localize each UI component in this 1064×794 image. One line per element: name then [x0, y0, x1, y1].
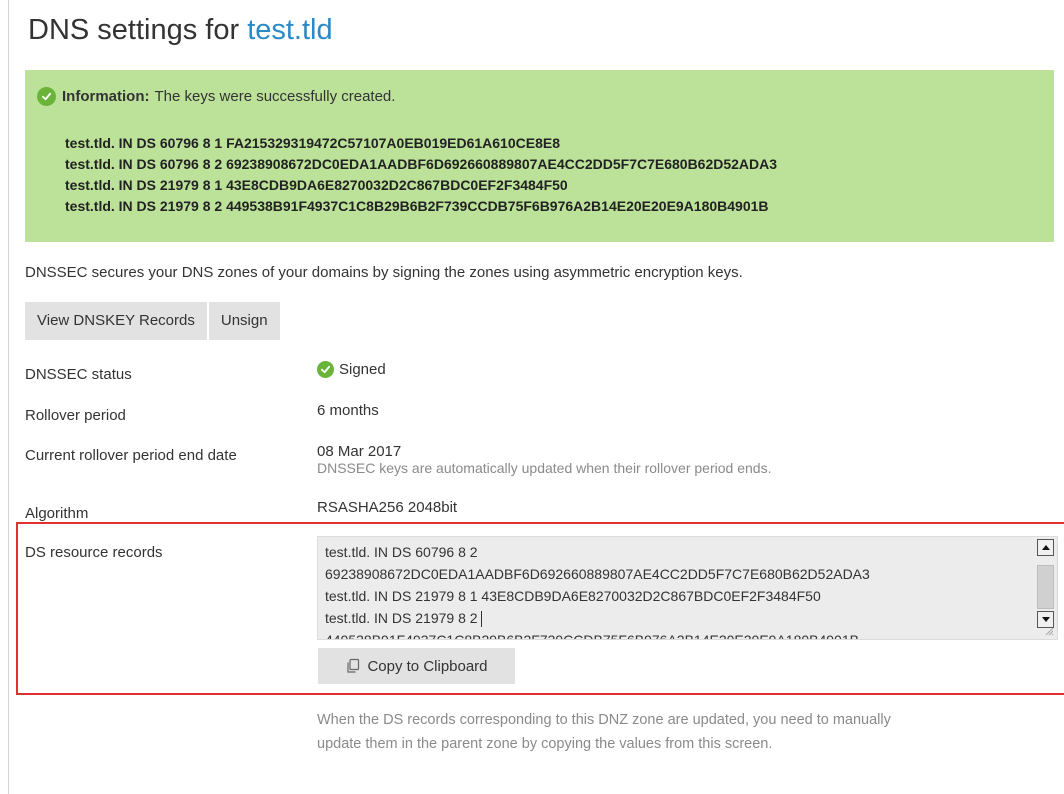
ds-records-label: DS resource records — [25, 544, 163, 561]
check-circle-icon — [317, 361, 334, 378]
info-ds-line: test.tld. IN DS 60796 8 1 FA215329319472… — [65, 135, 560, 151]
rollover-period-value: 6 months — [317, 402, 379, 419]
unsign-button[interactable]: Unsign — [208, 302, 280, 340]
check-circle-icon — [37, 87, 56, 106]
info-text: The keys were successfully created. — [154, 88, 396, 105]
note-line: When the DS records corresponding to thi… — [317, 712, 891, 728]
rollover-end-date-value: 08 Mar 2017 DNSSEC keys are automaticall… — [317, 443, 771, 476]
info-ds-line: test.tld. IN DS 60796 8 2 69238908672DC0… — [65, 156, 778, 172]
ds-records-text: test.tld. IN DS 60796 8 2 69238908672DC0… — [325, 541, 870, 640]
info-header: Information: The keys were successfully … — [37, 87, 395, 106]
scroll-up-arrow-icon[interactable] — [1037, 539, 1054, 556]
info-label: Information: — [62, 88, 150, 105]
copy-button-label: Copy to Clipboard — [367, 657, 488, 675]
ds-record-line: test.tld. IN DS 60796 8 2 — [325, 544, 478, 560]
end-date-hint: DNSSEC keys are automatically updated wh… — [317, 460, 772, 476]
ds-record-line: 449538B91F4937C1C8B29B6B2F739CCDB75F6B97… — [325, 632, 859, 640]
note-line: update them in the parent zone by copyin… — [317, 736, 773, 752]
info-message: Information: The keys were successfully … — [25, 70, 1054, 242]
dnssec-status-label: DNSSEC status — [25, 366, 132, 383]
rollover-end-date-label: Current rollover period end date — [25, 447, 237, 464]
copy-to-clipboard-button[interactable]: Copy to Clipboard — [318, 648, 515, 684]
resize-grip-icon[interactable] — [1045, 627, 1054, 636]
algorithm-label: Algorithm — [25, 505, 89, 522]
dnssec-status-value: Signed — [317, 361, 386, 378]
status-text: Signed — [339, 361, 386, 378]
textarea-scrollbar[interactable] — [1037, 539, 1055, 629]
ds-records-textarea[interactable]: test.tld. IN DS 60796 8 2 69238908672DC0… — [317, 536, 1058, 640]
ds-record-line-text: test.tld. IN DS 21979 8 2 — [325, 610, 478, 626]
ds-update-note: When the DS records corresponding to thi… — [317, 708, 891, 756]
copy-icon — [347, 658, 360, 673]
info-ds-lines: test.tld. IN DS 60796 8 1 FA215329319472… — [65, 133, 777, 217]
end-date-text: 08 Mar 2017 — [317, 443, 402, 460]
info-ds-line: test.tld. IN DS 21979 8 1 43E8CDB9DA6E82… — [65, 177, 568, 193]
ds-record-line: test.tld. IN DS 21979 8 2 — [325, 607, 870, 629]
rollover-period-label: Rollover period — [25, 407, 126, 424]
ds-record-line: test.tld. IN DS 21979 8 1 43E8CDB9DA6E82… — [325, 588, 821, 604]
page-title-prefix: DNS settings for — [28, 14, 248, 46]
algorithm-value: RSASHA256 2048bit — [317, 499, 458, 516]
domain-link[interactable]: test.tld — [247, 14, 332, 46]
text-caret — [480, 611, 482, 628]
toolbar: View DNSKEY Records Unsign — [25, 302, 282, 340]
dnssec-description: DNSSEC secures your DNS zones of your do… — [25, 264, 743, 281]
view-dnskey-records-button[interactable]: View DNSKEY Records — [25, 302, 207, 340]
ds-record-line: 69238908672DC0EDA1AADBF6D692660889807AE4… — [325, 566, 870, 582]
info-ds-line: test.tld. IN DS 21979 8 2 449538B91F4937… — [65, 198, 769, 214]
scrollbar-thumb[interactable] — [1037, 565, 1054, 609]
page-title: DNS settings for test.tld — [28, 14, 333, 47]
scroll-down-arrow-icon[interactable] — [1037, 611, 1054, 628]
